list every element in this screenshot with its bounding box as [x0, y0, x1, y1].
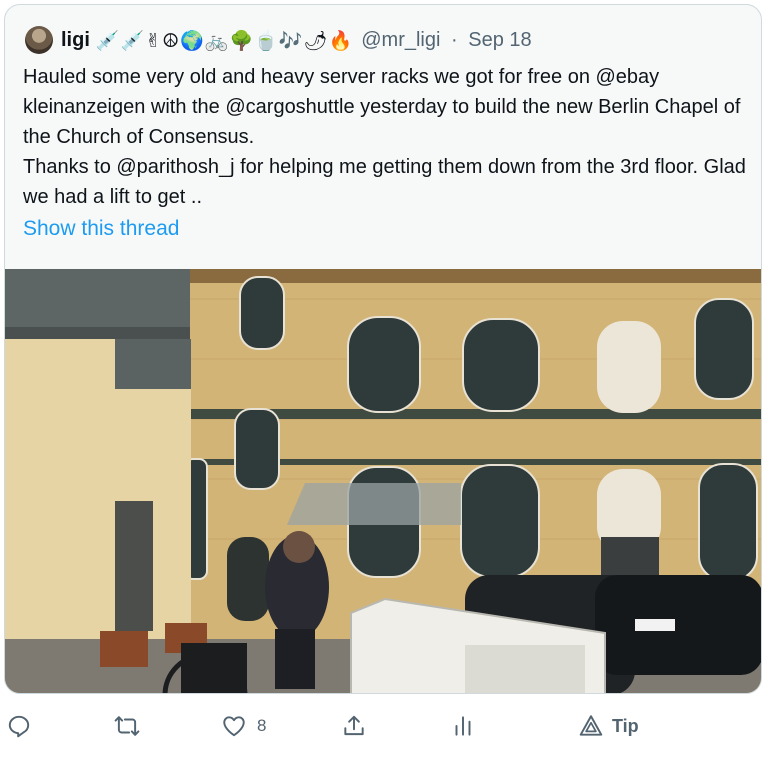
tweet-date[interactable]: Sep 18: [468, 29, 531, 51]
tip-icon: [579, 715, 603, 736]
author-emojis: 💉💉✌☮🌍🚲🌳🍵🎶🌶🔥: [95, 29, 354, 52]
like-button[interactable]: 8: [221, 713, 266, 739]
show-thread-link[interactable]: Show this thread: [23, 217, 179, 241]
reply-icon: [8, 715, 30, 738]
tweet-text-line: Hauled some very old and heavy server ra…: [23, 66, 741, 148]
heart-icon: [223, 716, 245, 737]
analytics-icon: [455, 716, 471, 736]
retweet-icon: [114, 716, 140, 736]
tip-button[interactable]: Tip: [578, 713, 639, 739]
tweet-text-line: Thanks to @parithosh_j for helping me ge…: [23, 156, 746, 208]
tweet-actions-bar: 8 Tip: [0, 705, 784, 753]
tweet-photo[interactable]: [5, 269, 761, 693]
tip-label: Tip: [612, 715, 639, 736]
tweet-card[interactable]: ligi 💉💉✌☮🌍🚲🌳🍵🎶🌶🔥 @mr_ligi · Sep 18 Haule…: [4, 4, 762, 694]
reply-button[interactable]: [6, 713, 32, 739]
building-photo-illustration: [5, 269, 761, 693]
analytics-button[interactable]: [450, 713, 476, 739]
retweet-button[interactable]: [114, 713, 140, 739]
like-count: 8: [257, 716, 267, 735]
tweet-text: Hauled some very old and heavy server ra…: [23, 62, 747, 212]
share-icon: [344, 715, 364, 736]
tweet-header: ligi 💉💉✌☮🌍🚲🌳🍵🎶🌶🔥 @mr_ligi · Sep 18: [25, 25, 532, 55]
avatar[interactable]: [25, 26, 53, 54]
share-button[interactable]: [341, 713, 367, 739]
separator-dot: ·: [451, 28, 458, 51]
author-handle[interactable]: @mr_ligi: [361, 29, 440, 51]
author-name[interactable]: ligi: [61, 29, 90, 52]
